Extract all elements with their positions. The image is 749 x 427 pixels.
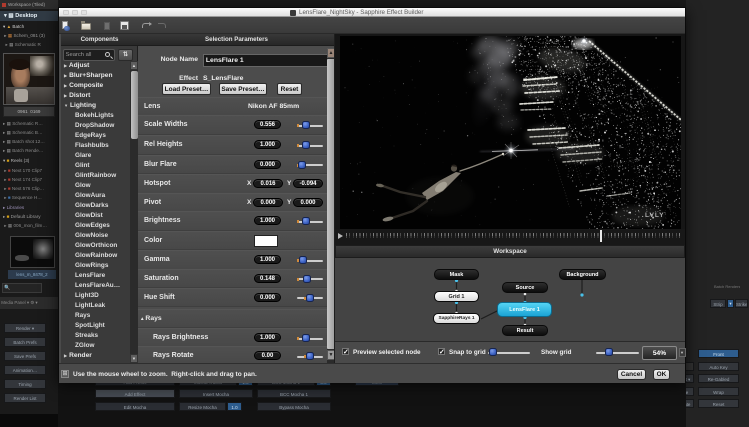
svg-text:LVLY: LVLY [645, 212, 665, 219]
